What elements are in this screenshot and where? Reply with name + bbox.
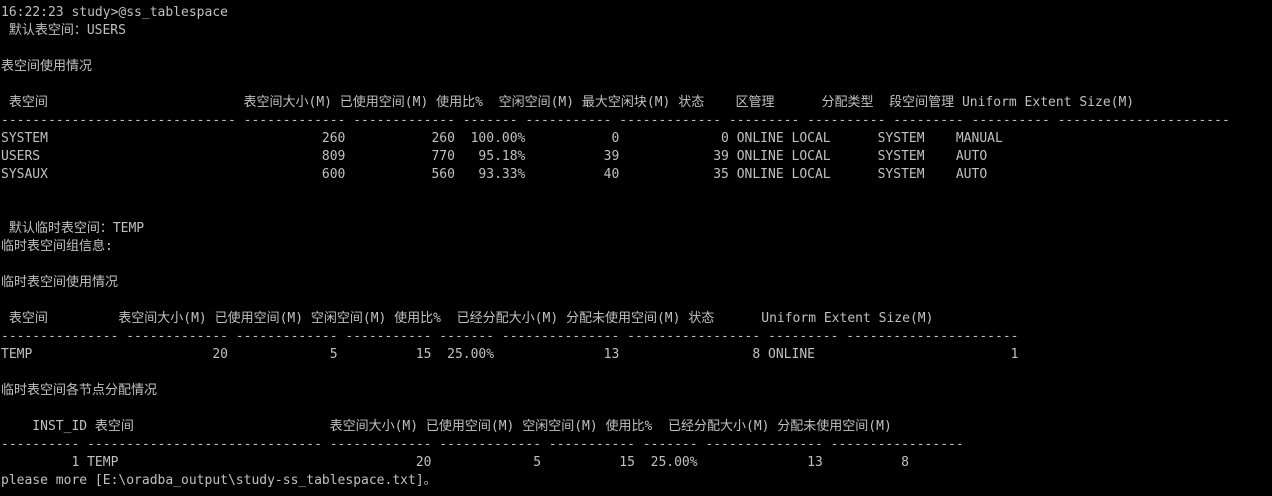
usage-section-title: 表空间使用情况 bbox=[1, 59, 93, 74]
terminal-console[interactable]: 16:22:23 study>@ss_tablespace 默认表空间：USER… bbox=[1, 4, 1271, 490]
usage-table-header: 表空间 表空间大小(M) 已使用空间(M) 使用比% 空闲空间(M) 最大空闲块… bbox=[1, 95, 1135, 110]
table-row: TEMP 20 5 15 25.00% 13 8 ONLINE 1 bbox=[1, 347, 1019, 362]
temp-usage-section-title: 临时表空间使用情况 bbox=[1, 275, 119, 290]
default-tablespace-text: 默认表空间：USERS bbox=[1, 23, 126, 38]
default-tablespace-line: 默认表空间：USERS bbox=[1, 22, 1271, 40]
default-temp-tablespace-line: 默认临时表空间：TEMP bbox=[1, 221, 145, 236]
table-row: SYSAUX 600 560 93.33% 40 35 ONLINE LOCAL… bbox=[1, 167, 988, 182]
table-row: 1 TEMP 20 5 15 25.00% 13 8 bbox=[1, 455, 909, 470]
temp-nodes-table-separator: ---------- -----------------------------… bbox=[1, 437, 964, 452]
temp-nodes-section-title: 临时表空间各节点分配情况 bbox=[1, 383, 158, 398]
temp-usage-table-header: 表空间 表空间大小(M) 已使用空间(M) 空闲空间(M) 使用比% 已经分配大… bbox=[1, 311, 934, 326]
footer-output-path: please more [E:\oradba_output\study-ss_t… bbox=[1, 473, 437, 488]
temp-nodes-table-header: INST_ID 表空间 表空间大小(M) 已使用空间(M) 空闲空间(M) 使用… bbox=[1, 419, 892, 434]
command-text: 16:22:23 study>@ss_tablespace bbox=[1, 5, 228, 20]
usage-table-separator: ------------------------------ ---------… bbox=[1, 113, 1230, 128]
temp-usage-table-separator: --------------- ------------- ----------… bbox=[1, 329, 1019, 344]
table-row: SYSTEM 260 260 100.00% 0 0 ONLINE LOCAL … bbox=[1, 131, 1003, 146]
temp-group-info-line: 临时表空间组信息: bbox=[1, 239, 113, 254]
table-row: USERS 809 770 95.18% 39 39 ONLINE LOCAL … bbox=[1, 149, 988, 164]
command-prompt-line: 16:22:23 study>@ss_tablespace bbox=[1, 4, 1271, 22]
